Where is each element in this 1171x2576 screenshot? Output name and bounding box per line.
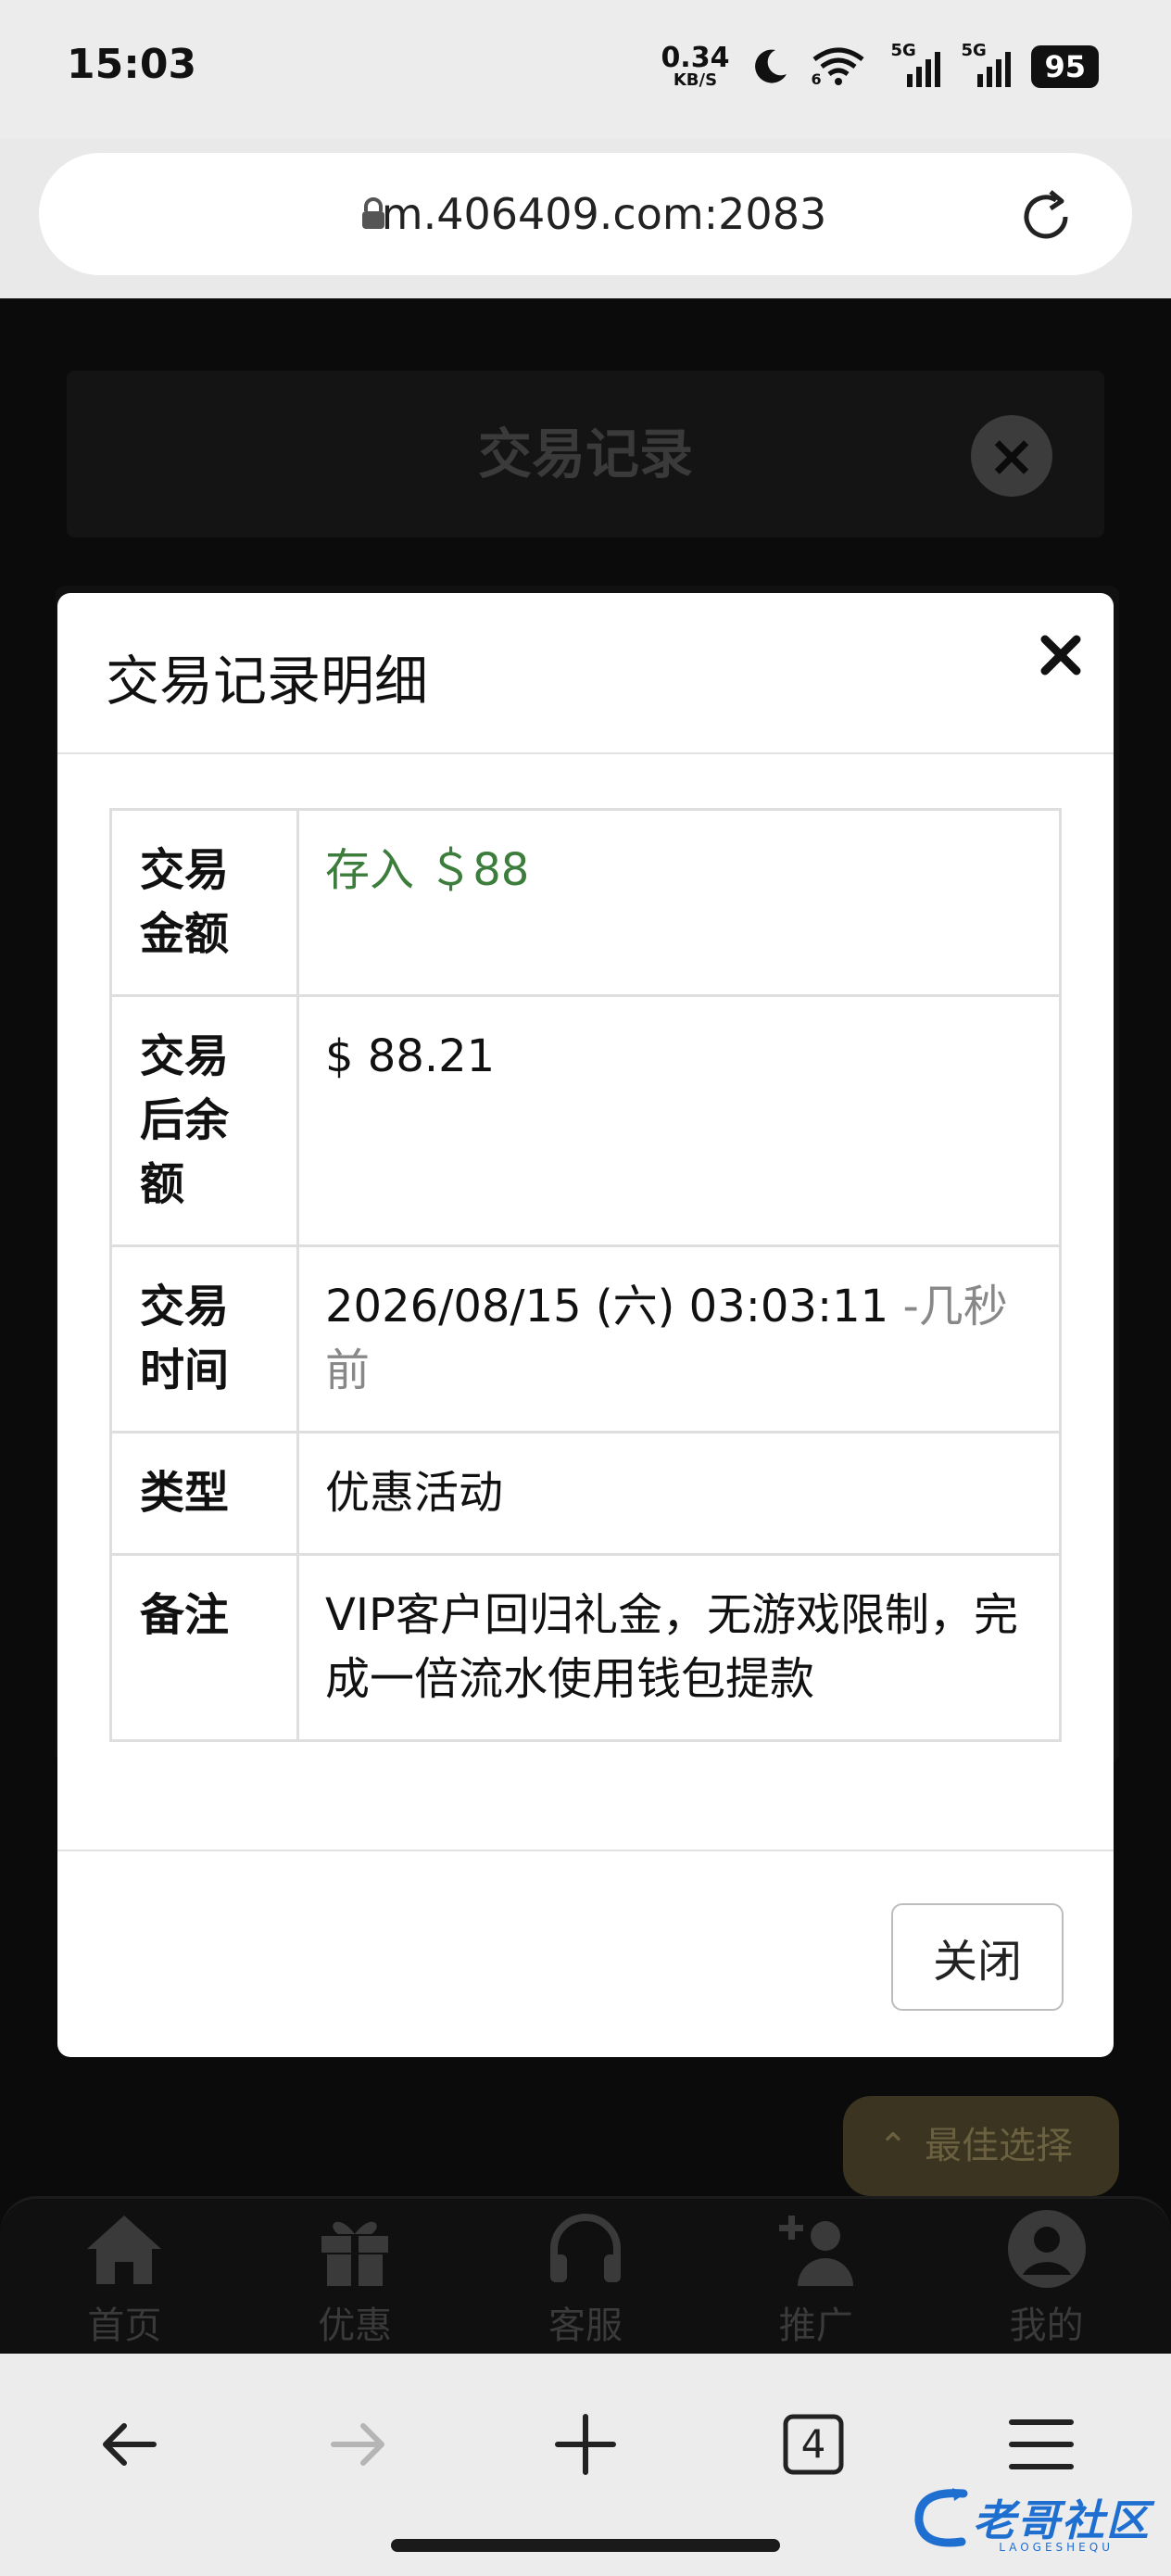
row-value-type: 优惠活动 — [296, 1431, 1062, 1556]
background-tab-bar: 首页 优惠 客服 推广 我的 — [0, 2196, 1171, 2354]
row-key: 类型 — [109, 1431, 299, 1556]
background-close-icon: × — [971, 415, 1052, 497]
row-key: 交易后余额 — [109, 994, 299, 1247]
back-icon[interactable] — [83, 2398, 176, 2491]
tab-home: 首页 — [31, 2199, 217, 2354]
row-value-time: 2026/08/15 (六) 03:03:11 -几秒前 — [296, 1244, 1062, 1433]
modal-footer: 关闭 — [57, 1850, 1114, 2057]
modal-title: 交易记录明细 — [106, 650, 429, 713]
wifi-indicator: 6 — [811, 46, 870, 88]
watermark-logo: 老哥社区 LAOGESHEQU — [908, 2476, 1151, 2559]
address-bar[interactable]: m.406409.com:2083 — [39, 153, 1132, 275]
tab-referral: 推广 — [724, 2199, 909, 2354]
tab-label: 推广 — [778, 2305, 853, 2347]
net-speed-value: 0.34 — [661, 42, 730, 74]
tab-label: 优惠 — [318, 2305, 393, 2347]
table-row: 交易金额 存入 ＄88 — [109, 808, 1062, 997]
forward-icon[interactable] — [311, 2398, 404, 2491]
tab-support: 客服 — [493, 2199, 678, 2354]
watermark-subtext: LAOGESHEQU — [999, 2541, 1114, 2554]
row-key: 交易金额 — [109, 808, 299, 997]
net-speed-unit: KB/S — [673, 70, 718, 90]
tab-profile: 我的 — [954, 2199, 1140, 2354]
table-row: 交易时间 2026/08/15 (六) 03:03:11 -几秒前 — [109, 1244, 1062, 1433]
status-bar: 15:03 0.34 KB/S 6 5G 5G 95 — [0, 0, 1171, 139]
status-time: 15:03 — [67, 41, 197, 88]
signal-1: 5G — [890, 41, 941, 87]
transaction-detail-modal: 交易记录明细 交易金额 存入 ＄88 交易后余额 $ 88.21 交易时间 20… — [57, 593, 1114, 2057]
tab-label: 客服 — [548, 2305, 623, 2347]
tabs-button[interactable]: 4 — [767, 2398, 860, 2491]
tab-promotions: 优惠 — [262, 2199, 447, 2354]
tab-label: 首页 — [87, 2305, 162, 2347]
signal-2: 5G — [961, 41, 1012, 87]
row-value-balance: $ 88.21 — [296, 994, 1062, 1247]
modal-header: 交易记录明细 — [57, 593, 1114, 754]
signal-bars-icon — [907, 52, 941, 87]
tab-label: 我的 — [1009, 2305, 1084, 2347]
home-icon — [87, 2216, 162, 2284]
close-button[interactable]: 关闭 — [891, 1903, 1064, 2011]
background-title: 交易记录 — [477, 423, 693, 486]
watermark-text: 老哥社区 — [973, 2495, 1151, 2545]
table-row: 备注 VIP客户回归礼金，无游戏限制，完成一倍流水使用钱包提款 — [109, 1553, 1062, 1742]
battery-level: 95 — [1031, 45, 1099, 88]
row-key: 备注 — [109, 1553, 299, 1742]
signal-bars-icon — [977, 52, 1012, 87]
user-icon — [1007, 2210, 1086, 2288]
dragon-logo-icon — [914, 2488, 968, 2547]
browser-toolbar: 4 老哥社区 LAOGESHEQU — [0, 2354, 1171, 2576]
net-speed: 0.34 KB/S — [661, 44, 729, 89]
wifi-badge: 6 — [811, 70, 822, 88]
chevron-up-icon: ⌃ — [878, 2126, 908, 2166]
add-user-icon — [778, 2216, 853, 2286]
moon-icon — [755, 49, 787, 83]
background-header: 交易记录 × — [67, 371, 1104, 537]
status-indicators: 0.34 KB/S 6 5G 5G 95 — [661, 39, 1099, 95]
row-value-note: VIP客户回归礼金，无游戏限制，完成一倍流水使用钱包提款 — [296, 1553, 1062, 1742]
url-text[interactable]: m.406409.com:2083 — [39, 153, 1132, 275]
new-tab-icon[interactable] — [539, 2398, 632, 2491]
transaction-time: 2026/08/15 (六) 03:03:11 — [325, 1281, 889, 1332]
tab-count: 4 — [800, 2421, 826, 2467]
close-icon[interactable] — [1036, 630, 1086, 680]
table-row: 类型 优惠活动 — [109, 1431, 1062, 1556]
gift-icon — [321, 2221, 389, 2286]
row-value-amount: 存入 ＄88 — [296, 808, 1062, 997]
headset-icon — [549, 2214, 621, 2282]
best-choice-label: 最佳选择 — [925, 2125, 1073, 2167]
home-indicator — [391, 2539, 780, 2552]
table-row: 交易后余额 $ 88.21 — [109, 994, 1062, 1247]
reload-icon[interactable] — [1015, 186, 1077, 247]
row-key: 交易时间 — [109, 1244, 299, 1433]
detail-table: 交易金额 存入 ＄88 交易后余额 $ 88.21 交易时间 2026/08/1… — [109, 808, 1062, 1742]
best-choice-button: ⌃ 最佳选择 — [843, 2096, 1119, 2196]
